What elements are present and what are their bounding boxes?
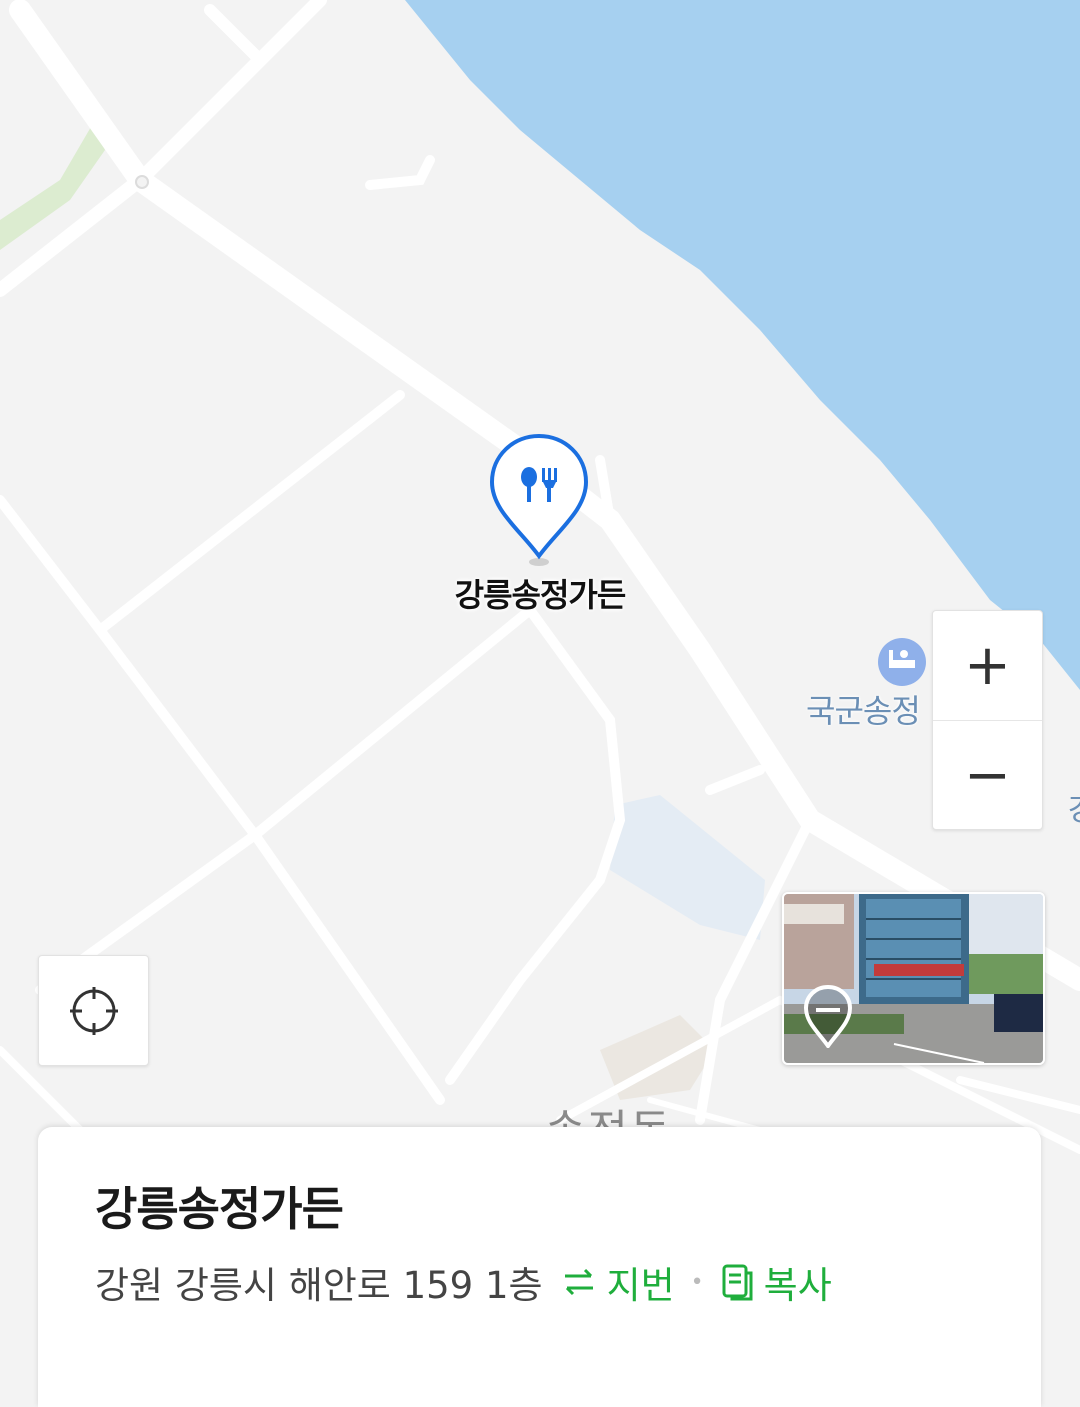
address-text: 강원 강릉시 해안로 159 1층 <box>95 1264 543 1307</box>
copy-label: 복사 <box>763 1264 832 1307</box>
separator-dot: • <box>690 1269 704 1295</box>
swap-icon <box>564 1268 593 1296</box>
copy-icon <box>722 1264 753 1301</box>
lot-number-button[interactable]: 지번 <box>561 1255 675 1309</box>
current-location-button[interactable] <box>38 955 149 1066</box>
svg-text:강: 강 <box>1068 793 1080 828</box>
copy-button[interactable]: 복사 <box>720 1255 832 1309</box>
zoom-control: + − <box>932 610 1043 830</box>
crosshair-icon <box>69 986 118 1035</box>
place-title[interactable]: 강릉송정가든 <box>95 1173 344 1239</box>
street-view-pin-icon <box>803 984 853 1048</box>
address-row: 강원 강릉시 해안로 159 1층 지번 • 복사 <box>95 1255 832 1309</box>
lot-number-label: 지번 <box>606 1264 675 1307</box>
poi-label[interactable]: 국군송정 <box>806 686 921 732</box>
lodging-icon[interactable] <box>878 638 926 686</box>
zoom-out-button[interactable]: − <box>933 720 1042 829</box>
place-info-card[interactable]: 강릉송정가든 강원 강릉시 해안로 159 1층 지번 • 복사 <box>38 1127 1041 1407</box>
place-marker-label[interactable]: 강릉송정가든 <box>440 570 640 616</box>
street-view-thumbnail[interactable] <box>782 892 1045 1065</box>
zoom-in-button[interactable]: + <box>933 611 1042 719</box>
